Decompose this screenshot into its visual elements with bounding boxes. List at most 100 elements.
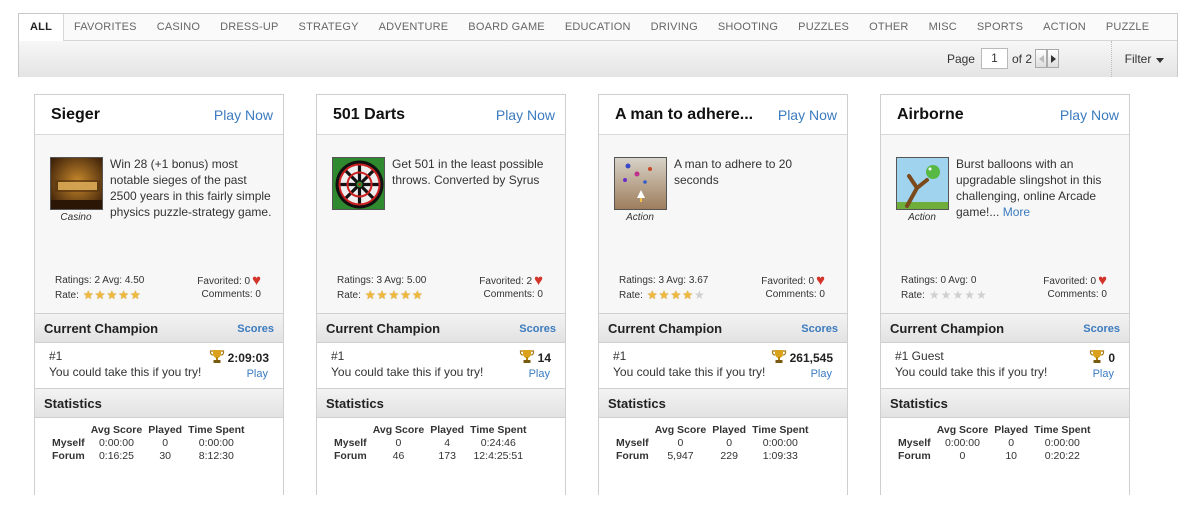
tab-board-game[interactable]: BOARD GAME bbox=[458, 14, 555, 40]
tab-driving[interactable]: DRIVING bbox=[641, 14, 708, 40]
star-icon[interactable]: ★ bbox=[941, 289, 952, 301]
star-icon[interactable]: ★ bbox=[412, 289, 423, 301]
star-icon[interactable]: ★ bbox=[377, 289, 388, 301]
more-link[interactable]: More bbox=[1003, 205, 1030, 219]
table-cell: 8:12:30 bbox=[198, 450, 234, 462]
statistics-heading: Statistics bbox=[608, 396, 666, 411]
play-now-link[interactable]: Play Now bbox=[1060, 107, 1119, 123]
statistics-table: Avg Score Played Time Spent Myself 0 0 0:00:00… bbox=[615, 424, 812, 462]
game-title[interactable]: A man to adhere... bbox=[615, 106, 753, 124]
ratings-panel: Ratings: 2 Avg: 4.50 Rate: ★ ★ ★ ★ ★ Favorited:… bbox=[55, 273, 277, 307]
dartboard-thumbnail[interactable] bbox=[332, 157, 385, 210]
tab-adventure[interactable]: ADVENTURE bbox=[369, 14, 459, 40]
sieger-thumbnail[interactable] bbox=[50, 157, 103, 210]
heart-icon[interactable]: ♥ bbox=[534, 273, 543, 288]
game-title[interactable]: 501 Darts bbox=[333, 106, 405, 124]
tab-puzzles[interactable]: PUZZLES bbox=[788, 14, 859, 40]
star-icon[interactable]: ★ bbox=[670, 289, 681, 301]
ratings-text: Ratings: 3 Avg: 5.00 bbox=[337, 275, 427, 286]
rate-row: Rate: ★ ★ ★ ★ ★ bbox=[337, 289, 424, 301]
rating-stars[interactable]: ★ ★ ★ ★ ★ bbox=[647, 289, 706, 301]
champion-header: Current Champion Scores bbox=[599, 313, 847, 343]
table-cell: 1:09:33 bbox=[762, 450, 798, 462]
play-now-link[interactable]: Play Now bbox=[214, 107, 273, 123]
star-icon[interactable]: ★ bbox=[929, 289, 940, 301]
tab-education[interactable]: EDUCATION bbox=[555, 14, 641, 40]
star-icon[interactable]: ★ bbox=[964, 289, 975, 301]
game-card: 501 Darts Play Now Get 501 in the least po… bbox=[316, 94, 566, 496]
star-icon[interactable]: ★ bbox=[83, 289, 94, 301]
star-icon[interactable]: ★ bbox=[118, 289, 129, 301]
game-card: A man to adhere... Play Now Action A man to… bbox=[598, 94, 848, 496]
star-icon[interactable]: ★ bbox=[388, 289, 399, 301]
table-cell: 0:00:00 bbox=[944, 437, 980, 449]
play-link[interactable]: Play bbox=[811, 368, 832, 380]
rating-stars[interactable]: ★ ★ ★ ★ ★ bbox=[83, 289, 142, 301]
star-icon[interactable]: ★ bbox=[952, 289, 963, 301]
heart-icon[interactable]: ♥ bbox=[1098, 273, 1107, 288]
play-link[interactable]: Play bbox=[1093, 368, 1114, 380]
tab-puzzle[interactable]: PUZZLE bbox=[1096, 14, 1159, 40]
star-icon[interactable]: ★ bbox=[95, 289, 106, 301]
tab-dress-up[interactable]: DRESS-UP bbox=[210, 14, 288, 40]
scores-link[interactable]: Scores bbox=[237, 323, 274, 335]
star-icon[interactable]: ★ bbox=[694, 289, 705, 301]
row-label: Myself bbox=[616, 437, 649, 449]
tab-all[interactable]: ALL bbox=[19, 14, 64, 41]
tab-sports[interactable]: SPORTS bbox=[967, 14, 1033, 40]
star-icon[interactable]: ★ bbox=[400, 289, 411, 301]
rating-stars[interactable]: ★ ★ ★ ★ ★ bbox=[929, 289, 988, 301]
row-label: Myself bbox=[52, 437, 85, 449]
star-icon[interactable]: ★ bbox=[130, 289, 141, 301]
rate-label: Rate: bbox=[55, 289, 79, 301]
heart-icon[interactable]: ♥ bbox=[252, 273, 261, 288]
tab-casino[interactable]: CASINO bbox=[147, 14, 210, 40]
favorited-row: Favorited: 0 ♥ bbox=[761, 273, 825, 288]
play-link[interactable]: Play bbox=[247, 368, 268, 380]
space-shooter-thumbnail[interactable] bbox=[614, 157, 667, 210]
favorited-row: Favorited: 0 ♥ bbox=[197, 273, 261, 288]
game-title[interactable]: Sieger bbox=[51, 106, 100, 124]
tab-other[interactable]: OTHER bbox=[859, 14, 919, 40]
champion-score-value: 0 bbox=[1108, 351, 1115, 365]
star-icon[interactable]: ★ bbox=[365, 289, 376, 301]
game-title[interactable]: Airborne bbox=[897, 106, 964, 124]
champion-heading: Current Champion bbox=[44, 321, 159, 336]
next-page-button[interactable] bbox=[1047, 49, 1059, 68]
table-cell: 229 bbox=[720, 450, 738, 462]
play-link[interactable]: Play bbox=[529, 368, 550, 380]
tab-action[interactable]: ACTION bbox=[1033, 14, 1096, 40]
star-icon[interactable]: ★ bbox=[106, 289, 117, 301]
column-header: Avg Score bbox=[90, 424, 143, 436]
rate-row: Rate: ★ ★ ★ ★ ★ bbox=[55, 289, 142, 301]
star-icon[interactable]: ★ bbox=[659, 289, 670, 301]
game-description: Win 28 (+1 bonus) most notable sieges of… bbox=[110, 156, 275, 220]
tab-favorites[interactable]: FAVORITES bbox=[64, 14, 147, 40]
table-cell: 0:24:46 bbox=[480, 437, 516, 449]
scores-link[interactable]: Scores bbox=[519, 323, 556, 335]
play-now-link[interactable]: Play Now bbox=[496, 107, 555, 123]
game-category: Action bbox=[626, 212, 654, 223]
heart-icon[interactable]: ♥ bbox=[816, 273, 825, 288]
champion-heading: Current Champion bbox=[326, 321, 441, 336]
tab-strategy[interactable]: STRATEGY bbox=[289, 14, 369, 40]
scores-link[interactable]: Scores bbox=[801, 323, 838, 335]
champion-message: You could take this if you try! bbox=[49, 365, 202, 379]
star-icon[interactable]: ★ bbox=[976, 289, 987, 301]
play-now-link[interactable]: Play Now bbox=[778, 107, 837, 123]
page-number-input[interactable]: 1 bbox=[980, 48, 1008, 69]
tab-misc[interactable]: MISC bbox=[919, 14, 967, 40]
statistics-heading: Statistics bbox=[326, 396, 384, 411]
tab-shooting[interactable]: SHOOTING bbox=[708, 14, 788, 40]
prev-page-button[interactable] bbox=[1035, 49, 1047, 68]
category-toolbar: ALL FAVORITES CASINO DRESS-UP STRATEGY ADVENT… bbox=[18, 13, 1178, 77]
slingshot-thumbnail[interactable] bbox=[896, 157, 949, 210]
scores-link[interactable]: Scores bbox=[1083, 323, 1120, 335]
statistics-table: Avg Score Played Time Spent Myself 0:00:00 0 0… bbox=[51, 424, 248, 462]
rating-stars[interactable]: ★ ★ ★ ★ ★ bbox=[365, 289, 424, 301]
champion-heading: Current Champion bbox=[890, 321, 1005, 336]
star-icon[interactable]: ★ bbox=[647, 289, 658, 301]
star-icon[interactable]: ★ bbox=[682, 289, 693, 301]
filter-dropdown[interactable]: Filter bbox=[1111, 41, 1177, 77]
game-description: Get 501 in the least possible throws. Co… bbox=[392, 156, 557, 188]
